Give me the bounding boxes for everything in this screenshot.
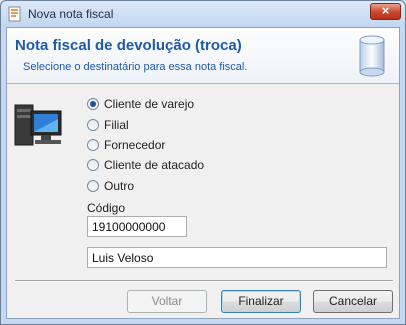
radio-label: Fornecedor (104, 138, 166, 152)
radio-button[interactable] (87, 119, 99, 131)
radio-button[interactable] (87, 98, 99, 110)
app-document-icon (8, 6, 21, 22)
database-cylinder-icon (359, 35, 385, 77)
back-button[interactable]: Voltar (127, 290, 207, 313)
computer-icon (14, 104, 62, 146)
close-button[interactable]: × (370, 3, 401, 20)
codigo-input[interactable] (87, 216, 187, 237)
finish-button[interactable]: Finalizar (221, 290, 301, 313)
header-title: Nota fiscal de devolução (troca) (15, 37, 242, 54)
radio-label: Cliente de varejo (104, 97, 195, 111)
radio-outro[interactable]: Outro (87, 177, 134, 195)
window-title: Nova nota fiscal (28, 7, 114, 21)
radio-label: Filial (104, 118, 129, 132)
header-subtitle: Selecione o destinatário para essa nota … (23, 61, 248, 73)
recipient-name-input[interactable] (87, 247, 387, 268)
wizard-header: Nota fiscal de devolução (troca) Selecio… (7, 28, 399, 84)
close-icon: × (381, 3, 390, 18)
radio-filial[interactable]: Filial (87, 116, 129, 134)
radio-cliente-varejo[interactable]: Cliente de varejo (87, 95, 194, 113)
button-separator (15, 280, 393, 282)
dialog-window: Nova nota fiscal × Nota fiscal de devolu… (0, 0, 406, 325)
radio-label: Cliente de atacado (104, 158, 205, 172)
cancel-button[interactable]: Cancelar (313, 290, 393, 313)
codigo-label: Código (87, 201, 126, 215)
title-bar[interactable]: Nova nota fiscal × (1, 1, 405, 27)
radio-button[interactable] (87, 139, 99, 151)
radio-button[interactable] (87, 180, 99, 192)
radio-cliente-atacado[interactable]: Cliente de atacado (87, 156, 204, 174)
radio-label: Outro (104, 179, 135, 193)
radio-fornecedor[interactable]: Fornecedor (87, 136, 165, 154)
radio-button[interactable] (87, 159, 99, 171)
dialog-body: Nota fiscal de devolução (troca) Selecio… (6, 27, 400, 319)
